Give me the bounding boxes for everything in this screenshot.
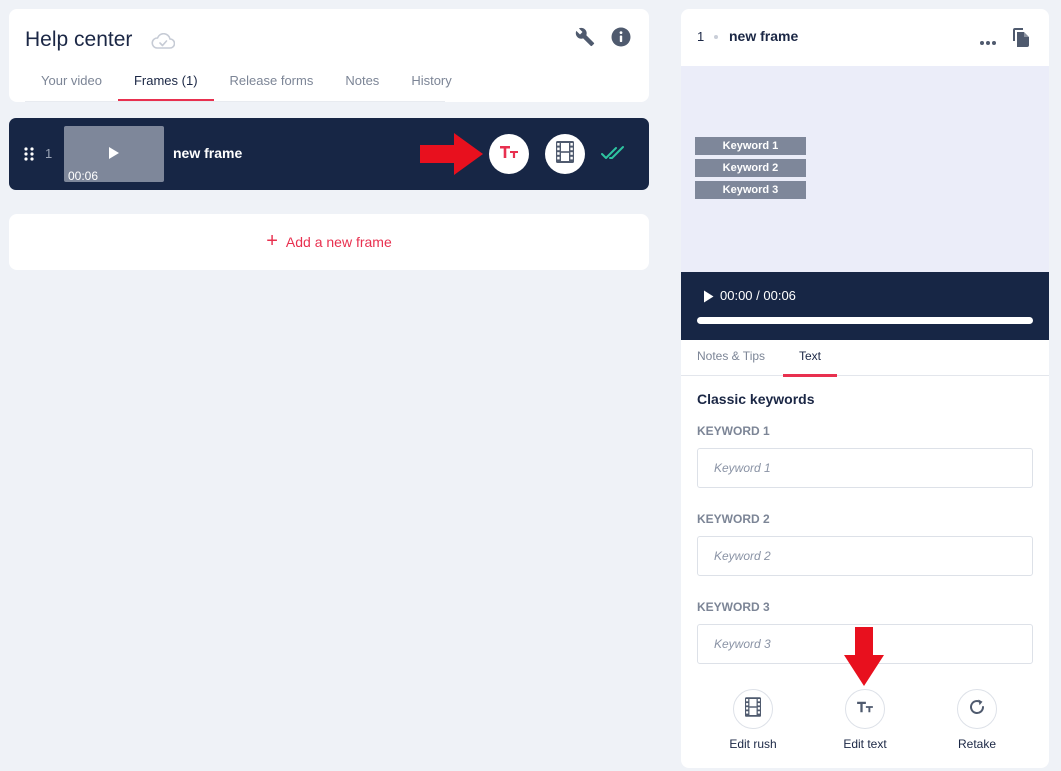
wrench-icon[interactable] (575, 27, 595, 52)
tab-notes-tips[interactable]: Notes & Tips (697, 340, 765, 376)
text-icon (856, 700, 874, 719)
progress-bar[interactable] (697, 317, 1033, 324)
play-icon[interactable] (703, 290, 714, 308)
retake-action[interactable]: Retake (932, 689, 1022, 751)
edit-rush-button[interactable] (545, 134, 585, 174)
edit-text-label: Edit text (843, 737, 887, 751)
drag-handle-icon[interactable] (24, 147, 34, 166)
panel-frame-index: 1 (697, 29, 705, 44)
keyword-1-label: KEYWORD 1 (697, 424, 770, 438)
keyword-2-input[interactable] (697, 536, 1033, 576)
panel-tabs: Notes & Tips Text (681, 340, 1049, 377)
keyword-2-label: KEYWORD 2 (697, 512, 770, 526)
tab-history[interactable]: History (395, 63, 467, 102)
play-icon[interactable] (108, 146, 120, 165)
player-time: 00:00 / 00:06 (720, 288, 796, 303)
tab-text[interactable]: Text (783, 340, 837, 377)
tab-your-video[interactable]: Your video (25, 63, 118, 102)
keyword-3-label: KEYWORD 3 (697, 600, 770, 614)
edit-text-button[interactable] (489, 134, 529, 174)
copy-icon[interactable] (1012, 27, 1030, 52)
info-icon[interactable] (611, 27, 631, 52)
frame-detail-panel: 1 new frame Keyword 1 Keyword 2 Keyword … (681, 9, 1049, 768)
frame-row[interactable]: 1 00:06 new frame (9, 118, 649, 190)
more-options-icon[interactable] (979, 33, 997, 51)
annotation-arrow-right-icon (420, 133, 484, 180)
add-frame-button[interactable]: + Add a new frame (9, 214, 649, 270)
annotation-arrow-down-icon (843, 627, 885, 692)
tab-notes[interactable]: Notes (329, 63, 395, 102)
page-title: Help center (25, 28, 133, 51)
retake-label: Retake (957, 737, 997, 751)
preview-keyword-chip: Keyword 1 (695, 137, 806, 155)
film-icon (745, 696, 761, 722)
tab-release-forms[interactable]: Release forms (214, 63, 330, 102)
edit-rush-circle (733, 689, 773, 729)
panel-frame-name: new frame (729, 28, 799, 44)
keyword-1-input[interactable] (697, 448, 1033, 488)
text-icon (499, 144, 519, 165)
preview-keyword-chip: Keyword 2 (695, 159, 806, 177)
frame-name: new frame (173, 145, 243, 161)
plus-icon: + (266, 230, 278, 252)
preview-keyword-chip: Keyword 3 (695, 181, 806, 199)
edit-text-action[interactable]: Edit text (820, 689, 910, 751)
cloud-check-icon (151, 32, 176, 54)
video-player-controls: 00:00 / 00:06 (681, 272, 1049, 340)
add-frame-content: + Add a new frame (9, 214, 649, 270)
edit-rush-label: Edit rush (729, 737, 777, 751)
video-preview: Keyword 1 Keyword 2 Keyword 3 (681, 66, 1049, 272)
header-card: Help center Your video Frames (1) Releas… (9, 9, 649, 102)
tab-frames[interactable]: Frames (1) (117, 63, 214, 102)
section-title: Classic keywords (697, 391, 815, 407)
separator-dot (714, 35, 718, 39)
film-icon (556, 140, 574, 168)
retake-circle (957, 689, 997, 729)
frame-index: 1 (45, 146, 53, 161)
frame-duration: 00:06 (68, 169, 99, 183)
retake-icon (968, 698, 986, 721)
edit-text-circle (845, 689, 885, 729)
header-tabs: Your video Frames (1) Release forms Note… (25, 63, 468, 102)
frame-thumbnail[interactable]: 00:06 (64, 126, 164, 183)
add-frame-label: Add a new frame (285, 234, 392, 250)
tabs-divider (25, 101, 445, 102)
edit-rush-action[interactable]: Edit rush (708, 689, 798, 751)
double-check-icon (601, 145, 627, 166)
